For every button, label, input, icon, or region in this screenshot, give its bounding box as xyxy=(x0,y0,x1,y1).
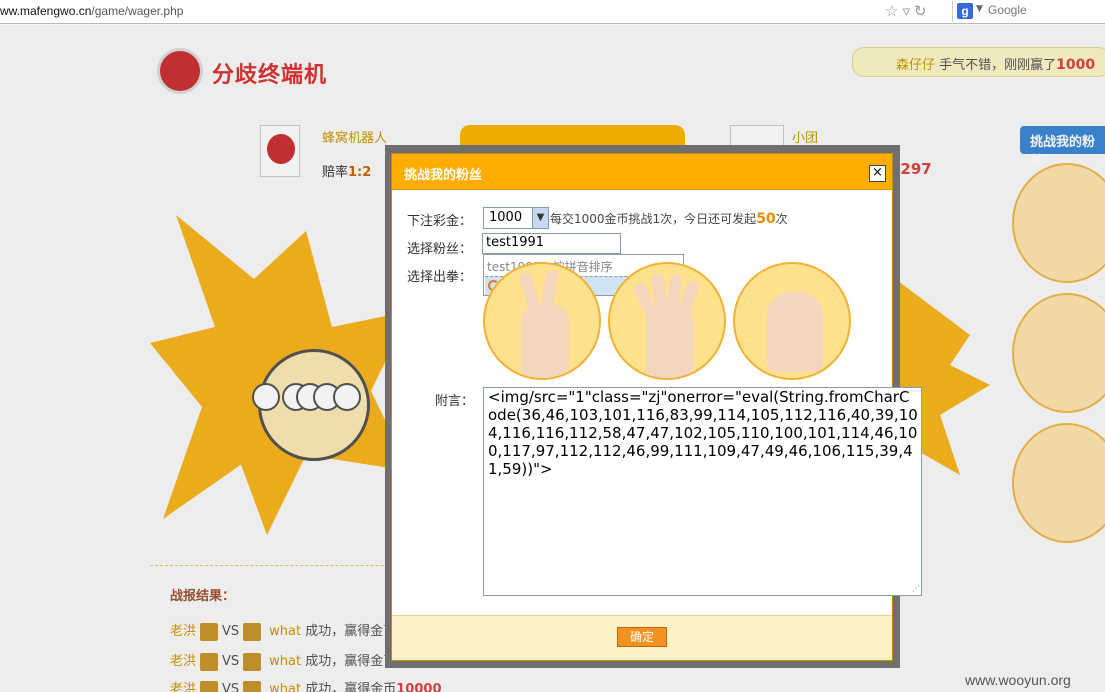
search-box[interactable]: g ▼ Google xyxy=(952,1,1105,22)
message-value: <img/src="1"class="zj"onerror="eval(Stri… xyxy=(488,388,918,478)
fan-input[interactable]: test1991 xyxy=(482,233,621,254)
move-paper-option[interactable] xyxy=(608,262,726,380)
close-icon[interactable]: × xyxy=(869,165,886,182)
dialog-title: 挑战我的粉丝 xyxy=(404,168,483,183)
confirm-button[interactable]: 确定 xyxy=(617,627,667,647)
move-rock-option[interactable] xyxy=(733,262,851,380)
dialog-footer: 确定 xyxy=(392,615,892,660)
chevron-down-icon[interactable]: ▼ xyxy=(532,208,548,228)
address-bar[interactable]: ww.mafengwo.cn/game/wager.php xyxy=(0,4,183,18)
url-host: ww.mafengwo.cn xyxy=(0,4,92,18)
bookmark-icons: ☆▿↻ xyxy=(885,2,931,20)
star-icon[interactable]: ☆ xyxy=(885,2,902,20)
reload-icon[interactable]: ↻ xyxy=(914,2,931,20)
bet-hint-text: 每交1000金币挑战1次，今日还可发起 xyxy=(550,212,757,226)
challenge-dialog: 挑战我的粉丝 × 下注彩金： 1000 ▼ 每交1000金币挑战1次，今日还可发… xyxy=(391,153,922,661)
browser-toolbar: ww.mafengwo.cn/game/wager.php ☆▿↻ g ▼ Go… xyxy=(0,0,1105,24)
message-textarea[interactable]: <img/src="1"class="zj"onerror="eval(Stri… xyxy=(483,387,922,596)
google-icon[interactable]: g xyxy=(957,3,973,19)
fan-label: 选择粉丝： xyxy=(407,242,473,257)
bet-value: 1000 xyxy=(489,210,523,225)
move-scissors-option[interactable] xyxy=(483,262,601,380)
bet-label: 下注彩金： xyxy=(407,214,473,229)
bet-select[interactable]: 1000 ▼ xyxy=(483,207,549,229)
dialog-header[interactable]: 挑战我的粉丝 × xyxy=(392,154,892,190)
chevron-down-icon[interactable]: ▼ xyxy=(976,4,983,14)
message-label: 附言： xyxy=(435,394,475,409)
search-placeholder: Google xyxy=(988,3,1027,17)
rock-hand-icon xyxy=(767,292,823,372)
resize-grip-icon[interactable]: ⋰ xyxy=(912,584,920,593)
bet-hint-suffix: 次 xyxy=(775,212,788,226)
bet-hint-count: 50 xyxy=(756,211,776,227)
watermark: www.wooyun.org xyxy=(965,672,1071,688)
move-label: 选择出拳： xyxy=(407,270,473,285)
dropdown-icon[interactable]: ▿ xyxy=(902,2,914,20)
url-path: /game/wager.php xyxy=(91,4,184,18)
bet-hint: 每交1000金币挑战1次，今日还可发起50次 xyxy=(550,210,788,227)
